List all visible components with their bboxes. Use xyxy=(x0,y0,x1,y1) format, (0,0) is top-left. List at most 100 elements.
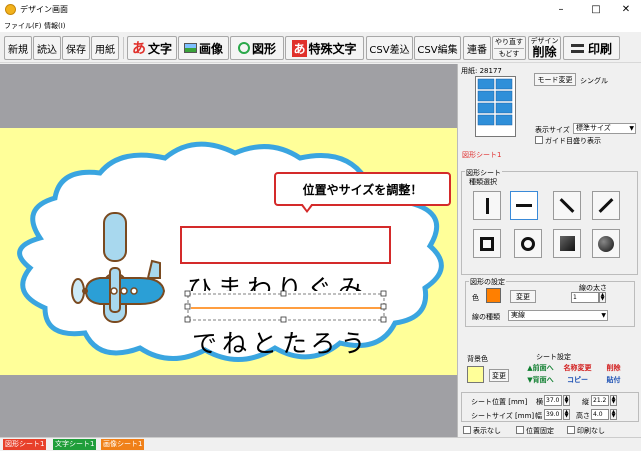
copy-button[interactable]: コピー xyxy=(561,374,594,385)
circle-outline-button[interactable] xyxy=(514,229,542,258)
chevron-down-icon: ▼ xyxy=(601,312,606,319)
spin-icon[interactable]: ▲ ▼ xyxy=(610,409,617,420)
open-button[interactable]: 読込 xyxy=(33,36,61,60)
highlight-frame xyxy=(180,226,391,264)
height-input[interactable]: 4.0 xyxy=(591,409,609,420)
rect-outline-button[interactable] xyxy=(473,229,501,258)
lock-checkbox[interactable] xyxy=(516,426,524,434)
color-change-button[interactable]: 変更 xyxy=(510,290,536,303)
height-label: 高さ xyxy=(576,412,590,420)
paper-info: 用紙: 28177 xyxy=(461,67,502,75)
shape-button[interactable]: 図形 xyxy=(230,36,284,60)
text-line-1[interactable]: ひまわりぐみ xyxy=(187,269,368,291)
guide-checkbox[interactable] xyxy=(535,136,543,144)
delete-design-button[interactable]: デザイン 削除 xyxy=(528,36,561,60)
sheet-tabs: 図形シート1 文字シート1 画像シート1 xyxy=(0,437,641,451)
line-width-input[interactable]: 1 xyxy=(571,292,599,303)
menu-file[interactable]: ファイル(F) xyxy=(4,21,42,31)
display-size-select[interactable]: 標準サイズ ▼ xyxy=(573,123,636,134)
spin-icon[interactable]: ▲ ▼ xyxy=(563,395,570,406)
image-icon xyxy=(183,43,197,53)
special-text-label: 特殊文字 xyxy=(308,41,357,56)
shape-settings-group-label: 図形の設定 xyxy=(469,277,506,287)
print-label: 印刷 xyxy=(587,41,612,56)
special-a-icon: あ xyxy=(292,39,307,57)
sheet-title: 図形シート1 xyxy=(462,151,502,159)
sheet-settings-label: シート設定 xyxy=(536,353,571,361)
callout-box: 位置やサイズを調整！ xyxy=(274,172,451,206)
circle-filled-button[interactable] xyxy=(592,229,620,258)
text-button[interactable]: あ 文字 xyxy=(127,36,177,60)
x-position-input[interactable]: 37.0 xyxy=(544,395,562,406)
special-text-button[interactable]: あ 特殊文字 xyxy=(285,36,364,60)
app-icon xyxy=(5,4,16,15)
redo-undo-button[interactable]: やり直す もどす xyxy=(492,36,526,60)
toolbar-divider xyxy=(123,37,124,59)
position-label: シート位置 [mm] xyxy=(471,398,528,406)
width-input[interactable]: 39.0 xyxy=(544,409,562,420)
y-label: 縦 xyxy=(582,398,589,406)
close-button[interactable]: ✕ xyxy=(606,0,641,19)
size-label: シートサイズ [mm] xyxy=(471,412,535,420)
tab-shape-sheet[interactable]: 図形シート1 xyxy=(3,439,47,450)
tab-text-sheet[interactable]: 文字シート1 xyxy=(53,439,97,450)
vertical-line-button[interactable] xyxy=(473,191,501,220)
tab-image-sheet[interactable]: 画像シート1 xyxy=(101,439,145,450)
new-button[interactable]: 新規 xyxy=(4,36,32,60)
text-button-label: 文字 xyxy=(147,41,172,56)
y-position-input[interactable]: 21.2 xyxy=(591,395,609,406)
paper-button[interactable]: 用紙 xyxy=(91,36,119,60)
mode-change-button[interactable]: モード変更 xyxy=(534,73,576,86)
print-icon xyxy=(570,43,584,53)
shape-color-swatch[interactable] xyxy=(486,288,501,303)
diagonal-up-icon xyxy=(598,198,614,213)
spin-icon[interactable]: ▲ ▼ xyxy=(563,409,570,420)
paste-button[interactable]: 貼付 xyxy=(601,374,626,385)
save-button[interactable]: 保存 xyxy=(62,36,90,60)
rect-filled-button[interactable] xyxy=(553,229,581,258)
minimize-button[interactable]: – xyxy=(541,0,581,19)
properties-panel: 用紙: 28177 モード変更 シングル 表示サイズ 標準サイズ ▼ ガイド目盛り… xyxy=(457,64,641,437)
color-label: 色 xyxy=(472,294,479,302)
window-title: デザイン画面 xyxy=(20,5,68,14)
bg-change-button[interactable]: 変更 xyxy=(489,369,509,382)
bg-color-swatch[interactable] xyxy=(467,366,484,383)
bring-front-button[interactable]: ▲前面へ xyxy=(524,362,557,373)
csv-insert-button[interactable]: CSV差込 xyxy=(366,36,413,60)
spin-icon[interactable]: ▲ ▼ xyxy=(599,292,606,303)
hide-label: 表示なし xyxy=(473,427,501,435)
guide-label: ガイド目盛り表示 xyxy=(545,137,601,145)
delete-label: 削除 xyxy=(532,45,557,59)
title-bar: デザイン画面 – □ ✕ xyxy=(0,0,641,19)
menu-bar: ファイル(F) 情報(I) xyxy=(0,19,641,32)
undo-label: もどす xyxy=(498,49,520,58)
rename-button[interactable]: 名称変更 xyxy=(561,362,594,373)
diagonal-down-button[interactable] xyxy=(553,191,581,220)
noprint-checkbox[interactable] xyxy=(567,426,575,434)
label-grid-icon xyxy=(477,78,513,126)
csv-edit-button[interactable]: CSV編集 xyxy=(414,36,461,60)
menu-info[interactable]: 情報(I) xyxy=(44,21,66,31)
send-back-button[interactable]: ▼背面へ xyxy=(524,374,557,385)
display-size-value: 標準サイズ xyxy=(576,124,611,132)
text-a-icon: あ xyxy=(131,41,146,57)
chevron-down-icon: ▼ xyxy=(629,125,634,132)
hide-checkbox[interactable] xyxy=(463,426,471,434)
vertical-line-icon xyxy=(485,197,489,214)
serial-button[interactable]: 連番 xyxy=(463,36,491,60)
spin-icon[interactable]: ▲ ▼ xyxy=(610,395,617,406)
circle-outline-icon xyxy=(521,236,535,251)
image-button[interactable]: 画像 xyxy=(178,36,229,60)
diagonal-down-icon xyxy=(559,198,575,213)
diagonal-up-button[interactable] xyxy=(592,191,620,220)
text-line-2[interactable]: でねとたろう xyxy=(192,324,371,360)
shape-button-label: 図形 xyxy=(251,41,276,56)
line-type-label: 線の種類 xyxy=(472,313,500,321)
shape-kind-label: 種類選択 xyxy=(469,178,497,186)
delete-sheet-button[interactable]: 削除 xyxy=(601,362,626,373)
line-type-select[interactable]: 実線 ▼ xyxy=(508,310,608,321)
width-label: 幅 xyxy=(535,412,542,420)
print-button[interactable]: 印刷 xyxy=(563,36,620,60)
horizontal-line-button[interactable] xyxy=(510,191,538,220)
lock-label: 位置固定 xyxy=(526,427,554,435)
